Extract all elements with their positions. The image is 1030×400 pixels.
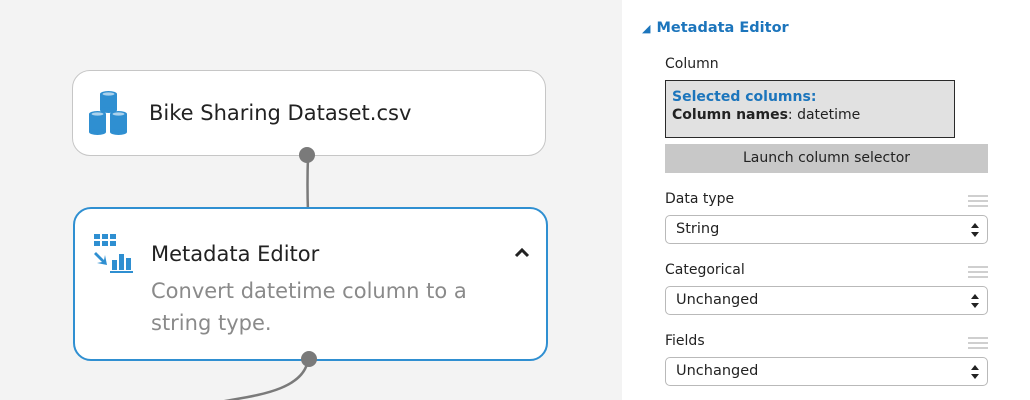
column-names-label: Column names (672, 107, 788, 123)
section-title: Metadata Editor (656, 20, 789, 36)
column-label: Column (665, 56, 719, 72)
select-arrows-icon (971, 365, 979, 379)
fields-select[interactable]: Unchanged (665, 357, 988, 386)
select-arrows-icon (971, 294, 979, 308)
categorical-value: Unchanged (676, 292, 759, 308)
module-metadata-editor[interactable]: Metadata Editor Convert datetime column … (73, 207, 548, 367)
categorical-label: Categorical (665, 262, 745, 278)
module-title: Bike Sharing Dataset.csv (149, 101, 412, 125)
fields-value: Unchanged (676, 363, 759, 379)
column-names-line: Column names: datetime (672, 107, 954, 123)
collapse-triangle-icon[interactable]: ◢ (642, 22, 650, 35)
column-names-value: : datetime (787, 107, 861, 123)
module-title: Metadata Editor (151, 242, 320, 266)
connector-line-out (223, 359, 310, 400)
metadata-editor-icon (92, 232, 136, 280)
output-port[interactable] (297, 145, 317, 165)
section-header-metadata-editor[interactable]: ◢ Metadata Editor (642, 20, 789, 36)
output-port[interactable] (299, 349, 319, 369)
data-type-select[interactable]: String (665, 215, 988, 244)
module-description: Convert datetime column to a string type… (151, 279, 467, 335)
drag-handle-icon[interactable] (968, 337, 988, 349)
experiment-canvas[interactable]: Bike Sharing Dataset.csv Metadata Editor… (0, 0, 622, 400)
chevron-up-icon[interactable] (510, 243, 534, 263)
select-arrows-icon (971, 223, 979, 237)
module-bike-sharing-dataset[interactable]: Bike Sharing Dataset.csv (72, 70, 546, 163)
drag-handle-icon[interactable] (968, 195, 988, 207)
data-type-value: String (676, 221, 720, 237)
categorical-select[interactable]: Unchanged (665, 286, 988, 315)
fields-label: Fields (665, 333, 705, 349)
launch-column-selector-button[interactable]: Launch column selector (665, 144, 988, 173)
properties-panel: ◢ Metadata Editor Column Selected columns… (622, 0, 1030, 400)
database-stack-icon (86, 90, 136, 144)
selected-columns-title: Selected columns: (672, 89, 817, 105)
selected-columns-box: Selected columns: Column names: datetime (665, 80, 955, 138)
data-type-label: Data type (665, 191, 735, 207)
drag-handle-icon[interactable] (968, 266, 988, 278)
